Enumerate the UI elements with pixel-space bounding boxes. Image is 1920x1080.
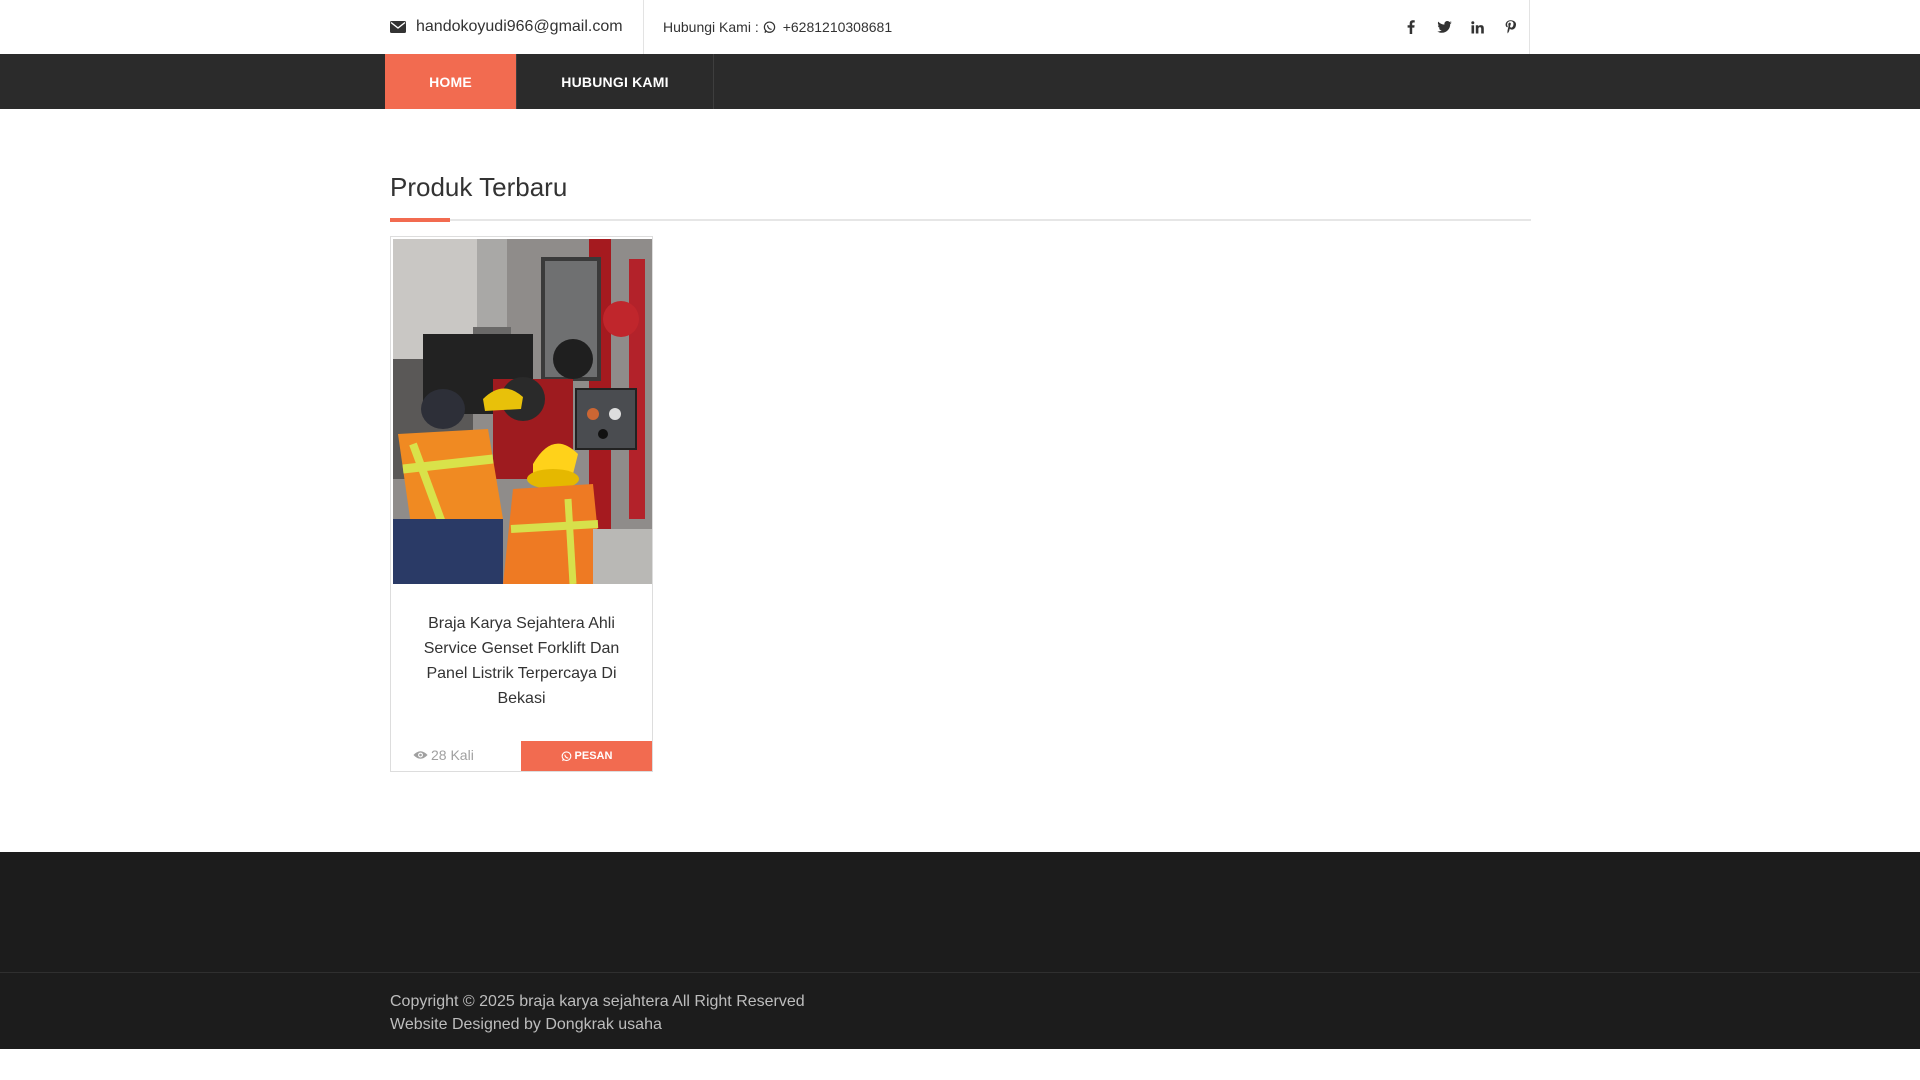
footer-copyright: Copyright © 2025 braja karya sejahtera A… [390,990,805,1036]
product-image[interactable] [393,239,652,584]
top-bar: handokoyudi966@gmail.com Hubungi Kami : … [0,0,1920,54]
top-bar-inner: handokoyudi966@gmail.com Hubungi Kami : … [390,0,1530,54]
contact-label: Hubungi Kami : [663,19,759,35]
pinterest-icon[interactable] [1502,19,1518,35]
section-divider-accent [390,218,450,222]
social-links [1403,0,1518,54]
whatsapp-icon [561,750,571,761]
product-card: Braja Karya Sejahtera Ahli Service Gense… [390,236,653,772]
order-button-label: PESAN [574,750,613,762]
view-count-text: 28 Kali [431,747,474,763]
eye-icon [413,751,428,759]
section-title: Produk Terbaru [390,172,568,202]
nav-home[interactable]: HOME [385,54,517,109]
divider [643,0,644,54]
footer-divider [0,972,1920,973]
contact-phone[interactable]: Hubungi Kami : +6281210308681 [663,0,892,54]
facebook-icon[interactable] [1403,19,1419,35]
footer: Copyright © 2025 braja karya sejahtera A… [0,852,1920,1049]
product-photo [393,239,652,584]
twitter-icon[interactable] [1436,19,1452,35]
copyright-text: Copyright © 2025 braja karya sejahtera A… [390,993,805,1010]
order-button[interactable]: PESAN [521,741,652,771]
designed-by-text: Website Designed by Dongkrak usaha [390,1016,662,1033]
whatsapp-icon [763,20,775,33]
divider [1529,0,1530,54]
main-navigation: HOME HUBUNGI KAMI [0,54,1920,109]
email-text: handokoyudi966@gmail.com [416,18,623,35]
linkedin-icon[interactable] [1469,19,1485,35]
nav-home-label: HOME [429,73,472,90]
nav-items: HOME HUBUNGI KAMI [385,54,714,109]
nav-hubungi-kami[interactable]: HUBUNGI KAMI [517,54,714,109]
view-count: 28 Kali [413,747,474,763]
section-divider [390,219,1531,221]
phone-text: +6281210308681 [782,19,893,35]
product-title[interactable]: Braja Karya Sejahtera Ahli Service Gense… [405,611,638,711]
nav-hubungi-kami-label: HUBUNGI KAMI [561,73,669,90]
envelope-icon [390,21,406,33]
contact-email[interactable]: handokoyudi966@gmail.com [390,0,623,54]
